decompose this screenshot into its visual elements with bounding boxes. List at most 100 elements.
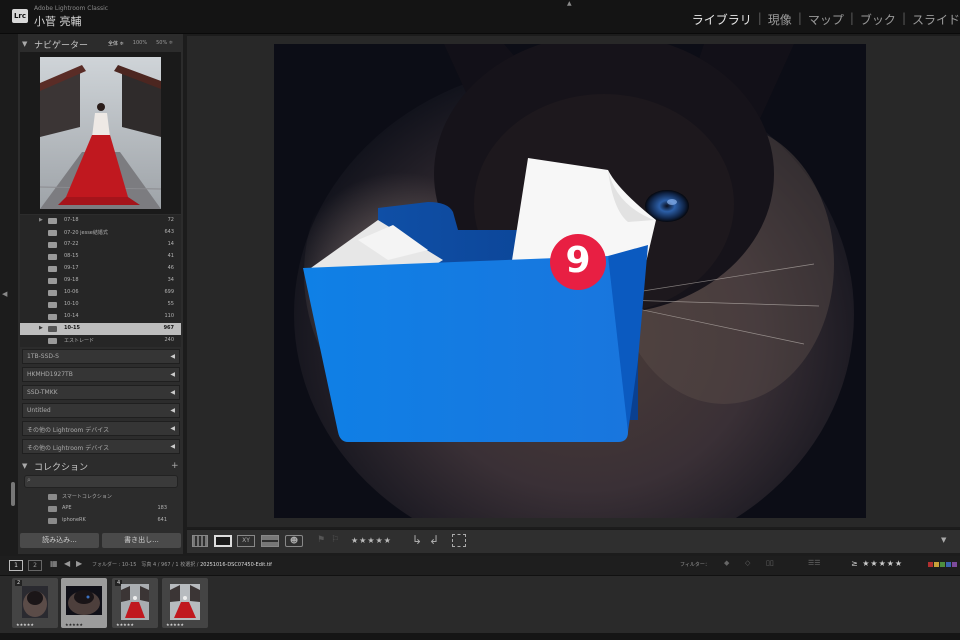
- left-panel-toggle-icon[interactable]: ◀: [2, 290, 7, 298]
- folder-icon: [48, 266, 57, 272]
- module-book[interactable]: ブック: [860, 11, 896, 28]
- vendor-line: Adobe Lightroom Classic: [34, 5, 109, 12]
- module-library[interactable]: ライブラリ: [692, 11, 752, 28]
- collection-search-input[interactable]: [24, 475, 178, 488]
- navigator-preview-image[interactable]: [40, 57, 161, 209]
- compare-view-button[interactable]: XY: [237, 535, 255, 547]
- edit-filter-icon[interactable]: ◇: [745, 559, 750, 567]
- module-divider: |: [797, 11, 802, 25]
- collections-title[interactable]: コレクション: [34, 460, 88, 473]
- toolbar-menu-icon[interactable]: ▼: [941, 536, 946, 544]
- left-panel-scrollbar[interactable]: [11, 482, 15, 506]
- selected-filename: 20251016-DSC07450-Edit.tif: [200, 562, 272, 568]
- folder-row[interactable]: 09-18 34: [20, 275, 181, 287]
- navigator-title[interactable]: ナビゲーター: [34, 38, 88, 51]
- forward-arrow-icon[interactable]: ▶: [76, 559, 82, 568]
- collapse-triangle-icon[interactable]: ▼: [22, 462, 27, 470]
- flag-pick-icon[interactable]: ⚑: [317, 535, 325, 545]
- device-row[interactable]: その他の Lightroom デバイス ◀: [22, 439, 180, 454]
- virtual-copy-filter-icon[interactable]: ▯▯: [766, 559, 774, 567]
- folder-row[interactable]: 07-20 jesse結婚式 643: [20, 227, 181, 239]
- module-divider: |: [849, 11, 854, 25]
- second-screen-button[interactable]: 2: [28, 560, 42, 571]
- grid-view-button[interactable]: [192, 535, 208, 547]
- zoom-50[interactable]: 50% ≑: [156, 40, 173, 47]
- navigator-zoom-options: 全体 ≑ 100% 50% ≑: [108, 40, 173, 47]
- rating-filter[interactable]: ≥ ★★★★★: [851, 559, 903, 568]
- volume-row[interactable]: HKMHD1927TB ◀: [22, 367, 180, 382]
- folder-row[interactable]: 09-17 46: [20, 263, 181, 275]
- zoom-fit[interactable]: 全体 ≑: [108, 40, 124, 47]
- identity-plate[interactable]: 小菅 亮輔: [34, 13, 82, 29]
- main-screen-button[interactable]: 1: [9, 560, 23, 571]
- filmstrip-cell[interactable]: 2 ★★★★★: [12, 578, 58, 628]
- notification-badge-count: 9: [565, 240, 591, 281]
- sort-filter-icon[interactable]: ☰☰: [808, 559, 821, 567]
- folder-row[interactable]: ▶ 07-18 72: [20, 215, 181, 227]
- color-label-filter: [928, 562, 957, 567]
- grid-icon[interactable]: ▦: [50, 559, 58, 568]
- top-panel-toggle-icon[interactable]: ▲: [567, 0, 572, 7]
- expand-left-icon: ◀: [170, 353, 175, 360]
- flag-filter-icon[interactable]: ◆: [724, 559, 729, 567]
- folder-row[interactable]: 07-22 14: [20, 239, 181, 251]
- folder-row[interactable]: 10-14 110: [20, 311, 181, 323]
- people-view-button[interactable]: ☻: [285, 535, 303, 547]
- module-picker: ライブラリ | 現像 | マップ | ブック | スライド: [692, 11, 960, 28]
- module-divider: |: [901, 11, 906, 25]
- device-row[interactable]: その他の Lightroom デバイス ◀: [22, 421, 180, 436]
- expand-left-icon: ◀: [170, 389, 175, 396]
- color-label-yellow[interactable]: [934, 562, 939, 567]
- volume-row[interactable]: 1TB-SSD-S ◀: [22, 349, 180, 364]
- folder-icon: [48, 290, 57, 296]
- star-rating[interactable]: ★★★★★: [351, 536, 392, 545]
- folder-icon: [48, 230, 57, 236]
- import-button[interactable]: 読み込み...: [20, 533, 99, 548]
- color-label-green[interactable]: [940, 562, 945, 567]
- filter-label: フィルター：: [680, 562, 710, 568]
- survey-view-button[interactable]: [261, 535, 279, 547]
- thumbnail: [66, 586, 102, 615]
- loupe-view-button[interactable]: [214, 535, 232, 547]
- collection-row[interactable]: スマートコレクション: [20, 491, 181, 503]
- lightroom-logo: Lrc: [12, 9, 28, 23]
- filmstrip-cell[interactable]: ★★★★★: [162, 578, 208, 628]
- module-map[interactable]: マップ: [808, 11, 844, 28]
- folder-icon: [48, 242, 57, 248]
- folder-row[interactable]: 10-10 55: [20, 299, 181, 311]
- export-button[interactable]: 書き出し...: [102, 533, 181, 548]
- volume-row[interactable]: SSD-TMKK ◀: [22, 385, 180, 400]
- filmstrip-cell-selected[interactable]: ★★★★★: [61, 578, 107, 628]
- expand-left-icon: ◀: [170, 443, 175, 450]
- color-label-red[interactable]: [928, 562, 933, 567]
- rotate-right-icon[interactable]: ↲: [429, 533, 439, 547]
- color-label-purple[interactable]: [952, 562, 957, 567]
- module-slideshow[interactable]: スライド: [912, 11, 960, 28]
- folder-icon: [48, 302, 57, 308]
- folder-row[interactable]: エストレード 240: [20, 335, 181, 347]
- back-arrow-icon[interactable]: ◀: [64, 559, 70, 568]
- folder-icon: [48, 338, 57, 344]
- thumbnail: [22, 586, 48, 618]
- flag-reject-icon[interactable]: ⚐: [331, 535, 339, 545]
- folder-row[interactable]: 08-15 41: [20, 251, 181, 263]
- rotate-left-icon[interactable]: ↳: [412, 533, 422, 547]
- folder-row-selected[interactable]: ▶ 10-15 967: [20, 323, 181, 335]
- source-path[interactable]: フォルダー : 10-15 写真 4 / 967 / 1 枚選択 / 20251…: [92, 561, 272, 568]
- module-divider: |: [757, 11, 762, 25]
- folder-row[interactable]: 10-06 699: [20, 287, 181, 299]
- volume-row[interactable]: Untitled ◀: [22, 403, 180, 418]
- expand-triangle-icon[interactable]: ▶: [39, 325, 43, 331]
- collapse-triangle-icon[interactable]: ▼: [22, 40, 27, 48]
- crop-overlay-icon[interactable]: [452, 534, 466, 547]
- bottom-panel-toggle[interactable]: [0, 633, 960, 640]
- module-develop[interactable]: 現像: [768, 11, 792, 28]
- expand-left-icon: ◀: [170, 425, 175, 432]
- collection-row[interactable]: iphoneRK 641: [20, 515, 181, 527]
- filmstrip-cell[interactable]: 4 ★★★★★: [112, 578, 158, 628]
- collection-icon: [48, 518, 57, 524]
- color-label-blue[interactable]: [946, 562, 951, 567]
- zoom-100[interactable]: 100%: [133, 40, 147, 47]
- add-collection-button[interactable]: +: [171, 461, 179, 471]
- collection-row[interactable]: APE 183: [20, 503, 181, 515]
